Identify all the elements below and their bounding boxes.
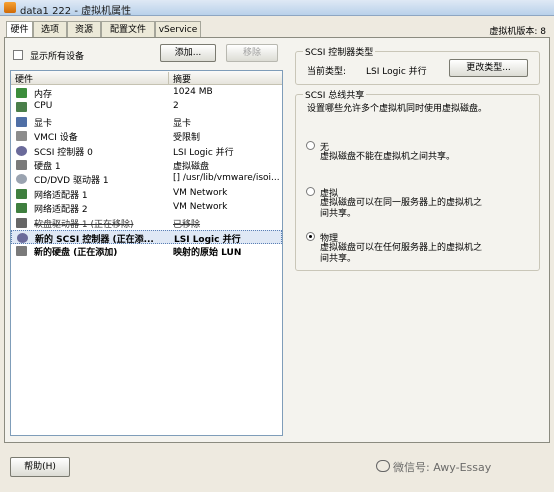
hardware-row-name: 新的硬盘 (正在添加) <box>34 248 118 259</box>
hardware-row-summary: [] /usr/lib/vmware/isoi... <box>173 173 280 184</box>
hardware-row-name: 硬盘 1 <box>34 162 61 172</box>
hardware-row-name: 网络适配器 1 <box>34 190 88 201</box>
hardware-row-name: VMCI 设备 <box>34 133 78 144</box>
hardware-row-summary: 1024 MB <box>173 87 213 97</box>
hardware-row-name: 显卡 <box>34 118 53 129</box>
hardware-row[interactable]: 网络适配器 2 VM Network <box>11 201 282 215</box>
column-header-summary[interactable]: 摘要 <box>173 72 191 85</box>
bus-sharing-legend: SCSI 总线共享 <box>303 88 367 101</box>
hardware-row-name: CD/DVD 驱动器 1 <box>34 176 109 187</box>
change-type-button[interactable]: 更改类型... <box>449 59 528 77</box>
sharing-none-desc: 虚拟磁盘不能在虚拟机之间共享。 <box>320 152 456 162</box>
remove-button[interactable]: 移除 <box>226 44 278 62</box>
help-button[interactable]: 帮助(H) <box>10 457 70 477</box>
hardware-row-summary: LSI Logic 并行 <box>173 147 234 158</box>
disk-icon <box>16 246 27 257</box>
hardware-row-summary: 受限制 <box>173 133 201 144</box>
bus-sharing-description: 设置哪些允许多个虚拟机同时使用虚拟磁盘。 <box>307 104 488 114</box>
current-type-label: 当前类型: <box>307 67 347 77</box>
floppy-icon <box>16 217 27 228</box>
hardware-row[interactable]: CD/DVD 驱动器 1 [] /usr/lib/vmware/isoi... <box>11 172 282 186</box>
hardware-row-name: CPU <box>34 101 53 112</box>
sharing-virtual-desc: 虚拟磁盘可以在同一服务器上的虚拟机之间共享。 <box>320 198 483 219</box>
sharing-virtual-radio[interactable] <box>306 187 315 196</box>
add-button[interactable]: 添加... <box>160 44 216 62</box>
vm-version-label: 虚拟机版本: 8 <box>489 27 546 37</box>
current-type-value: LSI Logic 并行 <box>366 67 427 77</box>
sharing-none-radio[interactable] <box>306 141 315 150</box>
hardware-row-name: 新的 SCSI 控制器 (正在添... <box>35 235 154 245</box>
hardware-row-summary: 虚拟磁盘 <box>173 162 210 172</box>
hardware-row-name: 内存 <box>34 90 53 100</box>
network-icon <box>16 203 27 214</box>
network-icon <box>16 188 27 199</box>
hardware-row[interactable]: 新的 SCSI 控制器 (正在添... LSI Logic 并行 <box>11 230 282 245</box>
hardware-row[interactable]: 软盘驱动器 1 (正在移除) 已移除 <box>11 216 282 230</box>
tab-resources[interactable]: 资源 <box>67 21 101 38</box>
sharing-physical-radio[interactable] <box>306 232 315 241</box>
scsi-icon <box>17 233 28 243</box>
hardware-row-summary: 已移除 <box>173 219 201 230</box>
window-title: data1 222 - 虚拟机属性 <box>20 6 132 17</box>
video-card-icon <box>16 116 27 127</box>
hardware-row[interactable]: 新的硬盘 (正在添加) 映射的原始 LUN <box>11 244 282 258</box>
tab-options[interactable]: 选项 <box>33 21 67 38</box>
controller-type-legend: SCSI 控制器类型 <box>303 45 376 58</box>
hardware-row-summary: 2 <box>173 101 179 112</box>
column-header-hardware[interactable]: 硬件 <box>15 72 33 85</box>
hardware-row[interactable]: 显卡 显卡 <box>11 115 282 129</box>
scsi-icon <box>16 145 27 156</box>
hardware-row-summary: 显卡 <box>173 118 192 129</box>
cpu-icon <box>16 102 27 113</box>
hardware-row[interactable]: CPU 2 <box>11 100 282 114</box>
hardware-row-summary: VM Network <box>173 202 228 213</box>
hardware-row[interactable]: VMCI 设备 受限制 <box>11 129 282 143</box>
hardware-row-summary: LSI Logic 并行 <box>174 235 241 245</box>
tab-vservice[interactable]: vService <box>155 21 201 38</box>
hardware-row-summary: VM Network <box>173 187 228 198</box>
hardware-row-name: SCSI 控制器 0 <box>34 147 93 158</box>
vm-app-icon <box>4 2 16 13</box>
hardware-row[interactable]: 硬盘 1 虚拟磁盘 <box>11 158 282 172</box>
hardware-row[interactable]: 网络适配器 1 VM Network <box>11 187 282 201</box>
hardware-row-summary: 映射的原始 LUN <box>173 248 242 259</box>
memory-icon <box>16 88 27 98</box>
hardware-row[interactable]: 内存 1024 MB <box>11 86 282 100</box>
sharing-physical-desc: 虚拟磁盘可以在任何服务器上的虚拟机之间共享。 <box>320 243 483 264</box>
hardware-row-name: 网络适配器 2 <box>34 205 88 216</box>
show-all-devices-label: 显示所有设备 <box>30 52 85 62</box>
hardware-list[interactable]: 硬件 摘要 内存 1024 MB CPU 2 显卡 显卡 VMCI 设备 受限制 SCSI 控制… <box>10 70 283 436</box>
bus-sharing-group: SCSI 总线共享 设置哪些允许多个虚拟机同时使用虚拟磁盘。 无 虚拟磁盘不能在… <box>295 88 540 271</box>
list-header: 硬件 摘要 <box>11 71 282 85</box>
cdrom-icon <box>16 174 27 185</box>
hardware-row[interactable]: SCSI 控制器 0 LSI Logic 并行 <box>11 144 282 158</box>
wechat-icon <box>376 460 390 472</box>
column-separator <box>168 72 169 84</box>
show-all-devices-checkbox[interactable] <box>13 50 23 60</box>
title-bar: data1 222 - 虚拟机属性 <box>0 0 554 17</box>
disk-icon <box>16 160 27 170</box>
watermark-text: 微信号: Awy-Essay <box>393 461 492 474</box>
vmci-icon <box>16 131 27 142</box>
hardware-row-name: 软盘驱动器 1 (正在移除) <box>34 219 134 230</box>
tab-profiles[interactable]: 配置文件 <box>101 21 155 38</box>
